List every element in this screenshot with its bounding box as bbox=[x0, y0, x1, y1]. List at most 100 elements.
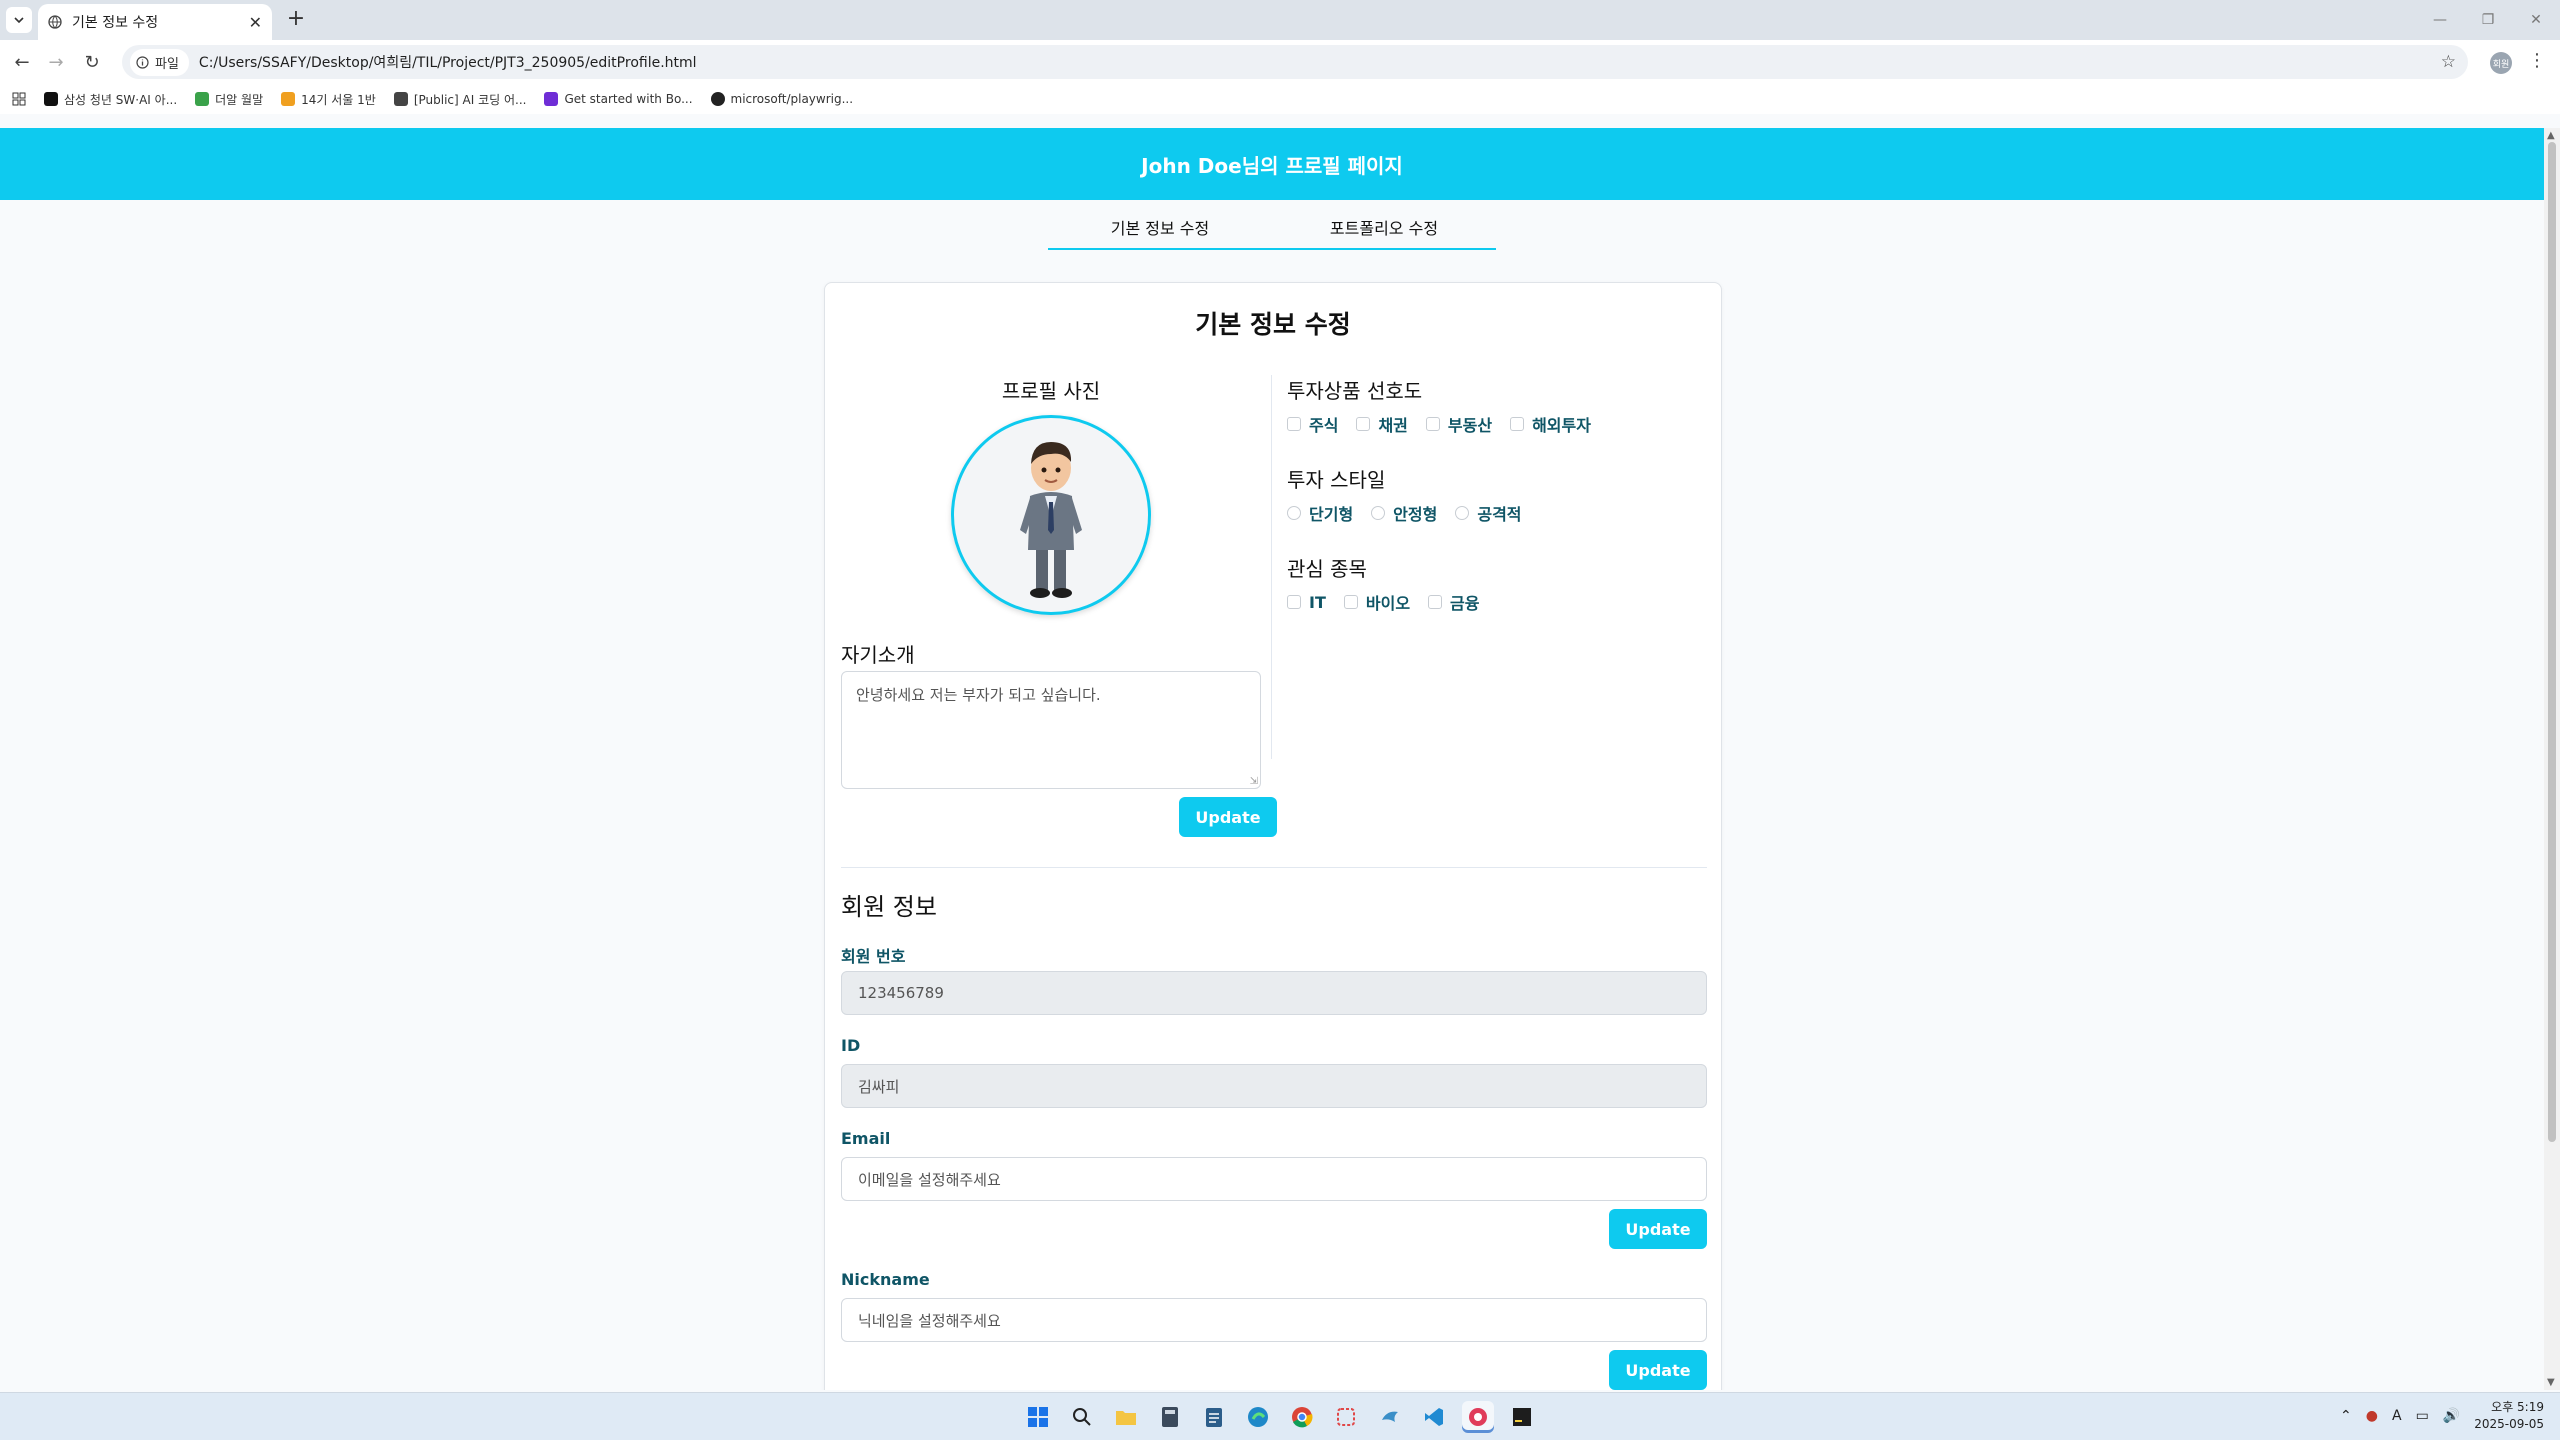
bookmark-item[interactable]: 더알 월말 bbox=[195, 91, 263, 108]
scrollbar-thumb[interactable] bbox=[2548, 142, 2556, 1142]
chevron-up-icon[interactable]: ⌃ bbox=[2340, 1408, 2352, 1424]
site-info-chip[interactable]: 파일 bbox=[130, 48, 189, 76]
checkbox-finance[interactable]: 금융 bbox=[1428, 590, 1480, 614]
bookmark-item[interactable]: [Public] AI 코딩 어... bbox=[393, 91, 526, 108]
url-text[interactable]: C:/Users/SSAFY/Desktop/여희림/TIL/Project/P… bbox=[199, 52, 697, 72]
email-field[interactable]: 이메일을 설정해주세요 bbox=[841, 1157, 1707, 1201]
globe-icon bbox=[48, 15, 62, 29]
edge-browser-icon[interactable] bbox=[1242, 1401, 1274, 1433]
github-favicon-icon bbox=[710, 92, 725, 106]
restore-icon[interactable]: ❐ bbox=[2464, 0, 2512, 40]
clock-date: 2025-09-05 bbox=[2474, 1417, 2544, 1431]
reload-icon[interactable]: ↻ bbox=[80, 50, 104, 74]
search-icon[interactable] bbox=[1066, 1401, 1098, 1433]
new-tab-button[interactable]: + bbox=[284, 8, 308, 32]
pref-interest-title: 관심 종목 bbox=[1287, 557, 1367, 581]
checkbox-overseas[interactable]: 해외투자 bbox=[1510, 412, 1591, 436]
checkbox-it[interactable]: IT bbox=[1287, 590, 1326, 614]
back-arrow-icon[interactable]: ← bbox=[10, 50, 34, 74]
profile-left-column: 프로필 사진 자기소개 안녕하세요 저는 부자가 되고 싶습니다. ⇲ Upda… bbox=[841, 375, 1277, 837]
radio-aggressive[interactable]: 공격적 bbox=[1455, 501, 1522, 525]
chrome-icon[interactable] bbox=[1286, 1401, 1318, 1433]
bio-textarea[interactable]: 안녕하세요 저는 부자가 되고 싶습니다. ⇲ bbox=[841, 671, 1261, 789]
scroll-down-icon[interactable]: ▼ bbox=[2547, 1377, 2555, 1388]
vscode-icon[interactable] bbox=[1418, 1401, 1450, 1433]
tab-basic-info[interactable]: 기본 정보 수정 bbox=[1048, 216, 1272, 248]
bookmark-item[interactable]: Get started with Bo... bbox=[544, 92, 693, 106]
page-title: John Doe님의 프로필 페이지 bbox=[1141, 153, 1403, 178]
email-update-button[interactable]: Update bbox=[1609, 1209, 1707, 1249]
forward-arrow-icon[interactable]: → bbox=[44, 50, 68, 74]
notepad-icon[interactable] bbox=[1198, 1401, 1230, 1433]
minimize-icon[interactable]: — bbox=[2416, 0, 2464, 40]
file-explorer-icon[interactable] bbox=[1110, 1401, 1142, 1433]
app-bird-icon[interactable] bbox=[1374, 1401, 1406, 1433]
browser-tab-strip: 기본 정보 수정 ✕ + — ❐ ✕ bbox=[0, 0, 2560, 40]
bookmark-favicon-icon bbox=[44, 92, 58, 106]
bookmark-item[interactable]: microsoft/playwrig... bbox=[710, 92, 853, 106]
nickname-update-button[interactable]: Update bbox=[1609, 1350, 1707, 1390]
taskbar-clock[interactable]: 오후 5:19 2025-09-05 bbox=[2474, 1399, 2544, 1433]
pref-style-title: 투자 스타일 bbox=[1287, 468, 1386, 492]
radio-short-term[interactable]: 단기형 bbox=[1287, 501, 1353, 525]
calculator-icon[interactable] bbox=[1154, 1401, 1186, 1433]
browser-tab-active[interactable]: 기본 정보 수정 ✕ bbox=[38, 4, 272, 40]
radio-stable[interactable]: 안정형 bbox=[1371, 501, 1437, 525]
bookmark-item[interactable]: 14기 서울 1반 bbox=[281, 91, 376, 108]
close-window-icon[interactable]: ✕ bbox=[2512, 0, 2560, 40]
pref-group-products: 투자상품 선호도 주식 채권 부동산 해외투자 bbox=[1287, 375, 1707, 436]
nickname-field[interactable]: 닉네임을 설정해주세요 bbox=[841, 1298, 1707, 1342]
scroll-up-icon[interactable]: ▲ bbox=[2547, 130, 2555, 141]
bookmark-item[interactable]: 삼성 청년 SW·AI 아... bbox=[44, 91, 177, 108]
windows-start-icon[interactable] bbox=[1022, 1401, 1054, 1433]
nickname-label: Nickname bbox=[841, 1270, 930, 1289]
bio-label: 자기소개 bbox=[841, 643, 915, 667]
resize-handle-icon[interactable]: ⇲ bbox=[1250, 776, 1258, 787]
system-tray: ⌃ ● A ▭ 🔊 오후 5:19 2025-09-05 bbox=[2340, 1399, 2544, 1433]
pref-group-interest: 관심 종목 IT 바이오 금융 bbox=[1287, 553, 1707, 614]
window-controls: — ❐ ✕ bbox=[2416, 0, 2560, 40]
bookmarks-bar: 삼성 청년 SW·AI 아... 더알 월말 14기 서울 1반 [Public… bbox=[0, 84, 2560, 114]
snipping-tool-icon[interactable] bbox=[1330, 1401, 1362, 1433]
bio-text: 안녕하세요 저는 부자가 되고 싶습니다. bbox=[856, 686, 1101, 704]
terminal-app-icon[interactable] bbox=[1506, 1401, 1538, 1433]
tab-search-button[interactable] bbox=[6, 7, 32, 33]
checkbox-bio[interactable]: 바이오 bbox=[1343, 590, 1410, 614]
display-icon[interactable]: ▭ bbox=[2416, 1408, 2429, 1424]
checkbox-bond[interactable]: 채권 bbox=[1356, 412, 1408, 436]
checkbox-stock[interactable]: 주식 bbox=[1287, 412, 1338, 436]
member-info-title: 회원 정보 bbox=[841, 893, 937, 921]
browser-toolbar: ← → ↻ 파일 C:/Users/SSAFY/Desktop/여희림/TIL/… bbox=[0, 40, 2560, 84]
tab-portfolio[interactable]: 포트폴리오 수정 bbox=[1272, 216, 1496, 248]
pref-group-style: 투자 스타일 단기형 안정형 공격적 bbox=[1287, 464, 1707, 525]
tab-title: 기본 정보 수정 bbox=[72, 15, 159, 31]
profile-photo-label: 프로필 사진 bbox=[1001, 379, 1101, 403]
active-app-icon[interactable] bbox=[1462, 1401, 1494, 1433]
input-language-icon[interactable]: A bbox=[2392, 1408, 2402, 1424]
speaker-icon[interactable]: 🔊 bbox=[2443, 1408, 2460, 1424]
member-number-label: 회원 번호 bbox=[841, 947, 906, 966]
card-title: 기본 정보 수정 bbox=[1195, 310, 1351, 339]
bookmark-star-icon[interactable]: ☆ bbox=[2441, 52, 2456, 72]
apps-grid-icon[interactable] bbox=[12, 92, 26, 106]
profile-avatar-button[interactable]: 회원 bbox=[2490, 52, 2512, 74]
profile-avatar[interactable] bbox=[951, 415, 1151, 615]
address-bar[interactable]: 파일 C:/Users/SSAFY/Desktop/여희림/TIL/Projec… bbox=[122, 45, 2468, 79]
kebab-menu-icon[interactable]: ⋮ bbox=[2528, 50, 2546, 71]
edit-profile-card: 기본 정보 수정 프로필 사진 자기소개 안녕하세요 저는 부자가 되고 싶습니… bbox=[824, 282, 1722, 1390]
businessman-avatar-icon bbox=[1020, 442, 1082, 598]
section-divider bbox=[841, 867, 1707, 868]
star-favicon-icon bbox=[281, 92, 296, 106]
column-divider bbox=[1271, 375, 1272, 759]
windows-taskbar: ⌃ ● A ▭ 🔊 오후 5:19 2025-09-05 bbox=[0, 1392, 2560, 1440]
id-label: ID bbox=[841, 1036, 861, 1055]
network-status-icon[interactable]: ● bbox=[2366, 1408, 2378, 1424]
bio-update-button[interactable]: Update bbox=[1179, 797, 1277, 837]
email-label: Email bbox=[841, 1129, 891, 1148]
page-scrollbar[interactable]: ▲ ▼ bbox=[2544, 128, 2560, 1390]
page-viewport: John Doe님의 프로필 페이지 기본 정보 수정 포트폴리오 수정 기본 … bbox=[0, 128, 2544, 1390]
tab-close-icon[interactable]: ✕ bbox=[249, 13, 262, 32]
checkbox-real-estate[interactable]: 부동산 bbox=[1425, 412, 1492, 436]
member-number-field: 123456789 bbox=[841, 971, 1707, 1015]
clock-time: 오후 5:19 bbox=[2491, 1400, 2544, 1414]
